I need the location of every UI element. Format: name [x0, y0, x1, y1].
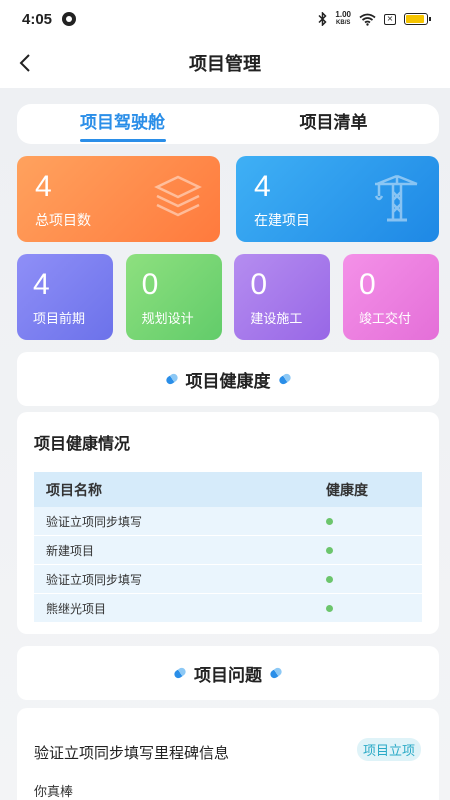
- health-table: 项目名称 健康度 验证立项同步填写 新建项目 验证立项同步填写 熊继光项目: [34, 472, 422, 623]
- health-cell: [326, 514, 410, 528]
- summary-cards: 4 总项目数 4 在建项目: [17, 156, 439, 242]
- health-cell: [326, 601, 410, 615]
- tab-bar: 项目驾驶舱 项目清单: [17, 104, 439, 144]
- card-active-projects[interactable]: 4 在建项目: [236, 156, 439, 242]
- project-name: 验证立项同步填写: [46, 514, 143, 529]
- nav-bar: 项目管理: [0, 38, 450, 88]
- health-status-dot: [326, 547, 333, 554]
- card-completion[interactable]: 0 竣工交付: [342, 254, 439, 340]
- network-speed-value: 1.00: [335, 10, 351, 19]
- health-status-dot: [326, 576, 333, 583]
- card-label: 竣工交付: [358, 312, 411, 327]
- card-label: 项目前期: [33, 312, 86, 327]
- card-total-projects[interactable]: 4 总项目数: [17, 156, 220, 242]
- card-value: 0: [358, 268, 376, 301]
- card-planning-design[interactable]: 0 规划设计: [125, 254, 222, 340]
- table-row[interactable]: 熊继光项目: [34, 594, 422, 623]
- card-label: 规划设计: [141, 312, 194, 327]
- table-header: 项目名称 健康度: [34, 472, 422, 507]
- phase-cards: 4 项目前期 0 规划设计 0 建设施工 0 竣工交付: [17, 254, 439, 340]
- status-icons: 1.00 KB/S ×: [318, 11, 431, 27]
- pill-icon: [277, 372, 292, 386]
- table-row[interactable]: 新建项目: [34, 536, 422, 565]
- column-header-name: 项目名称: [46, 482, 102, 499]
- network-speed-unit: KB/S: [336, 20, 351, 26]
- card-value: 0: [141, 268, 159, 301]
- status-bar: 4:05 1.00 KB/S ×: [0, 0, 450, 38]
- health-panel: 项目健康情况 项目名称 健康度 验证立项同步填写 新建项目 验证立项同步填写 熊…: [17, 412, 439, 634]
- health-status-dot: [326, 518, 333, 525]
- page-title: 项目管理: [189, 54, 261, 75]
- panel-subtitle: 项目健康情况: [34, 434, 131, 453]
- issue-phase-badge: 项目立项: [356, 738, 421, 761]
- project-name: 新建项目: [46, 543, 95, 558]
- back-button[interactable]: [12, 50, 38, 76]
- card-label: 建设施工: [250, 312, 303, 327]
- table-row[interactable]: 验证立项同步填写: [34, 565, 422, 594]
- health-cell: [326, 572, 410, 586]
- status-time: 4:05: [22, 10, 53, 28]
- main-content: 项目驾驶舱 项目清单 4 总项目数 4 在建项目 4 项目前期 0 规划设计 0…: [0, 88, 450, 800]
- project-name: 验证立项同步填写: [46, 572, 143, 587]
- card-construction[interactable]: 0 建设施工: [234, 254, 331, 340]
- card-preliminary[interactable]: 4 项目前期: [17, 254, 113, 340]
- tab-dashboard[interactable]: 项目驾驶舱: [17, 104, 228, 144]
- card-value: 4: [33, 268, 50, 301]
- sim-icon: ×: [384, 13, 396, 25]
- project-name: 熊继光项目: [46, 601, 107, 616]
- health-cell: [326, 543, 410, 557]
- battery-icon: [404, 13, 431, 25]
- crane-icon: [374, 174, 418, 222]
- issue-description: 你真棒: [34, 785, 74, 800]
- pill-icon: [268, 666, 284, 680]
- table-row[interactable]: 验证立项同步填写: [34, 507, 422, 536]
- tab-project-list[interactable]: 项目清单: [228, 104, 439, 144]
- network-speed: 1.00 KB/S: [335, 11, 351, 27]
- column-header-health: 健康度: [326, 482, 368, 499]
- pill-icon: [164, 372, 179, 386]
- wifi-icon: [359, 13, 376, 26]
- card-value: 0: [250, 268, 267, 301]
- pill-icon: [172, 666, 188, 680]
- chevron-left-icon: [19, 54, 30, 72]
- layers-icon: [154, 175, 202, 217]
- battery-level: [406, 15, 424, 23]
- health-status-dot: [326, 605, 333, 612]
- section-title: 项目问题: [194, 665, 262, 686]
- issues-section-header: 项目问题: [17, 646, 439, 700]
- section-title: 项目健康度: [185, 371, 271, 392]
- bluetooth-icon: [318, 12, 327, 26]
- issue-card[interactable]: 验证立项同步填写里程碑信息 项目立项 你真棒: [17, 708, 439, 800]
- health-section-header: 项目健康度: [17, 352, 439, 406]
- app-notification-icon: [62, 12, 77, 26]
